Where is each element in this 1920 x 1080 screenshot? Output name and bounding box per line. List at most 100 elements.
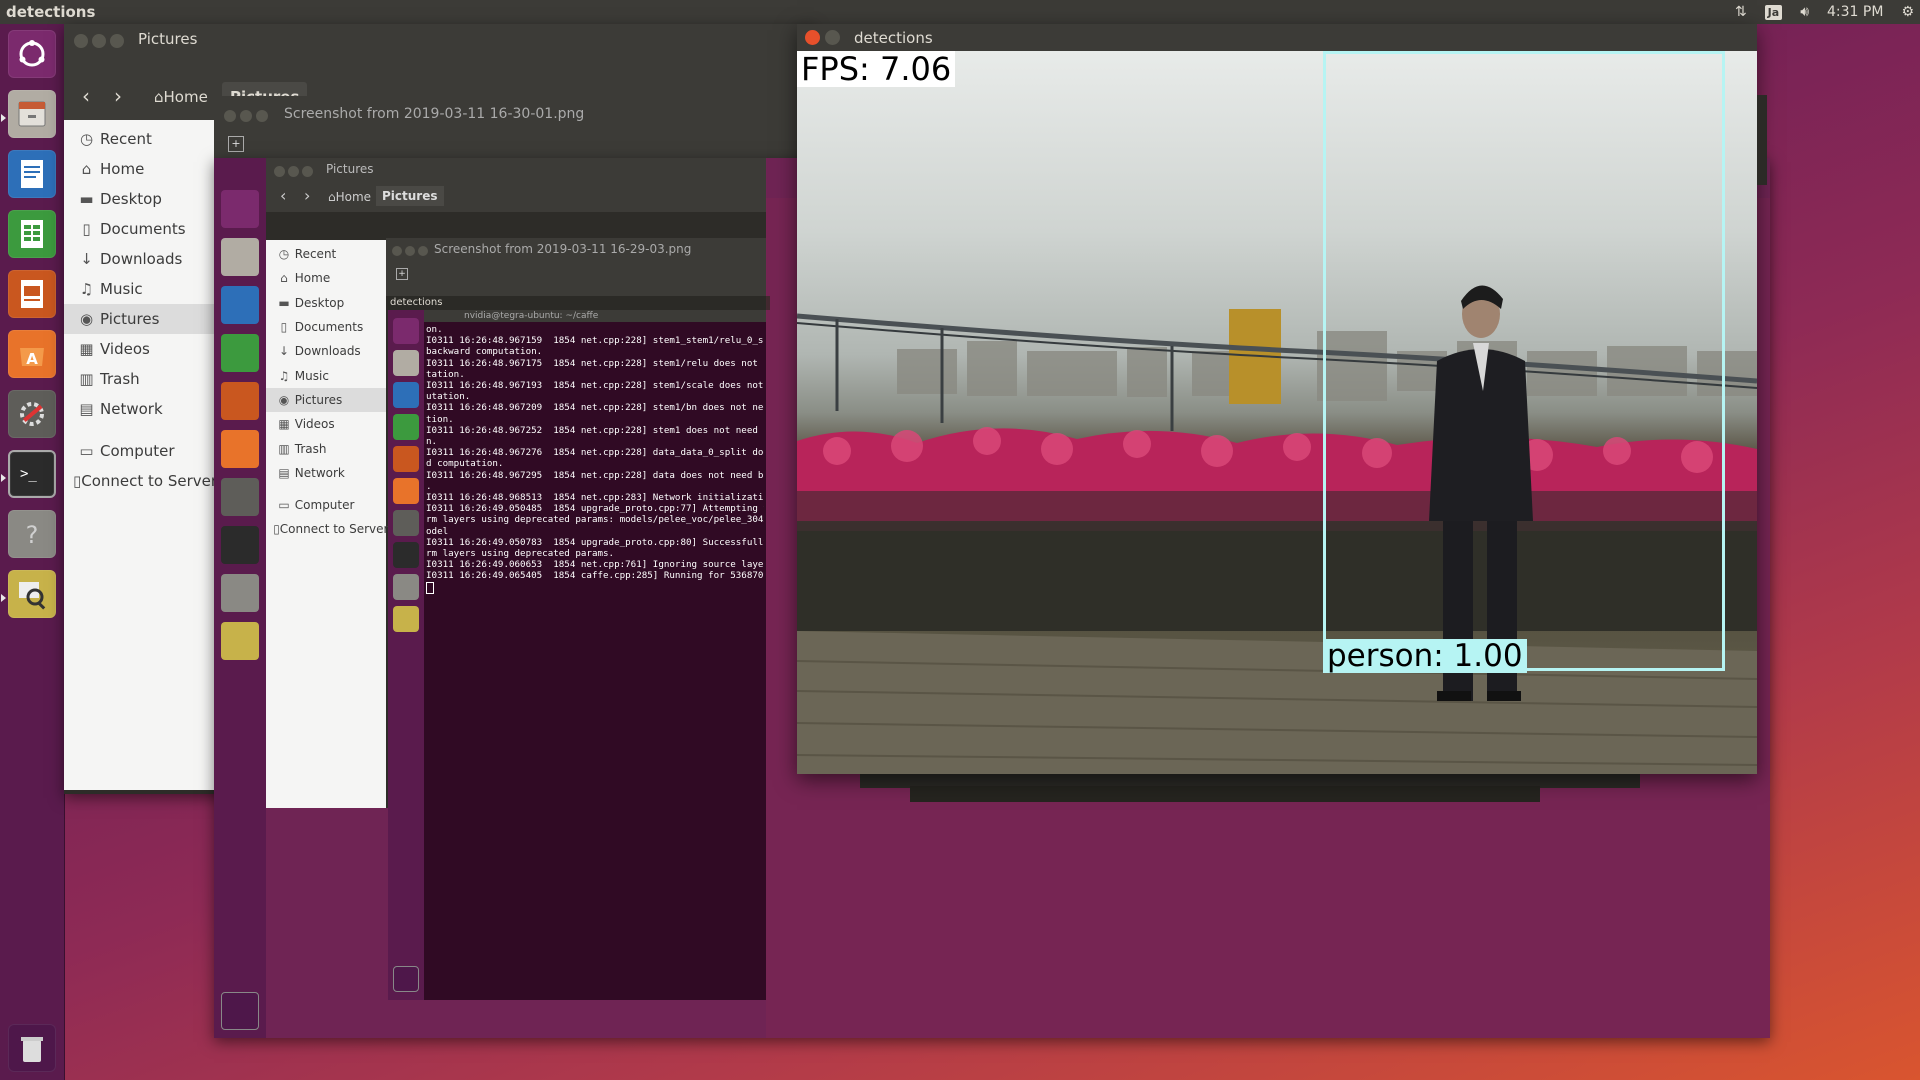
sidebar-item-music[interactable]: ♫ Music: [64, 274, 214, 304]
breadcrumb-home[interactable]: ⌂Home: [146, 82, 216, 112]
terminal-line: rm layers using deprecated params.: [426, 548, 615, 560]
volume-icon[interactable]: 🔊︎: [1800, 4, 1809, 20]
trash-icon: ▥: [79, 370, 94, 388]
settings-tools-icon[interactable]: [8, 390, 56, 438]
close-button[interactable]: [74, 34, 88, 48]
terminal-icon[interactable]: [221, 526, 259, 564]
close-button[interactable]: [274, 166, 285, 177]
sidebar-item-computer[interactable]: ▭ Computer: [266, 493, 386, 517]
music-icon: ♫: [79, 280, 94, 298]
maximize-button[interactable]: [256, 110, 268, 122]
clock-label[interactable]: 4:31 PM: [1827, 4, 1883, 20]
spreadsheet-icon[interactable]: [8, 210, 56, 258]
files-drawer-icon[interactable]: [393, 350, 419, 376]
terminal-icon[interactable]: [393, 542, 419, 568]
question-icon[interactable]: [393, 574, 419, 600]
spreadsheet-icon[interactable]: [221, 334, 259, 372]
document-icon: ▯: [82, 220, 91, 238]
sidebar-item-home[interactable]: ⌂ Home: [266, 266, 386, 290]
close-button[interactable]: [224, 110, 236, 122]
keyboard-ja-icon[interactable]: Ja: [1764, 4, 1783, 20]
sidebar-item-pictures[interactable]: ◉ Pictures: [64, 304, 214, 334]
sidebar-item-trash[interactable]: ▥ Trash: [266, 436, 386, 460]
minimize-button[interactable]: [240, 110, 252, 122]
sidebar-item-connect-to-server[interactable]: ▯ Connect to Server: [266, 517, 388, 541]
terminal-line: tion.: [426, 413, 454, 425]
files-drawer-icon[interactable]: [8, 90, 56, 138]
add-icon[interactable]: +: [228, 136, 244, 152]
software-center-icon[interactable]: [221, 430, 259, 468]
magnifier-icon[interactable]: [393, 606, 419, 632]
gear-icon[interactable]: ⚙: [1901, 4, 1914, 20]
sidebar-item-desktop[interactable]: ▬ Desktop: [64, 184, 214, 214]
maximize-button[interactable]: [418, 246, 428, 256]
sidebar-item-label: Connect to Server: [81, 472, 218, 490]
detections-window: detections FPS: 7.06 person: 1.00: [797, 24, 1757, 774]
sidebar-item-computer[interactable]: ▭ Computer: [64, 436, 214, 466]
presentation-icon[interactable]: [221, 382, 259, 420]
settings-tools-icon[interactable]: [393, 510, 419, 536]
minimize-button[interactable]: [92, 34, 106, 48]
magnifier-icon[interactable]: [221, 622, 259, 660]
document-icon[interactable]: [8, 150, 56, 198]
maximize-button[interactable]: [110, 34, 124, 48]
sidebar-item-desktop[interactable]: ▬ Desktop: [266, 291, 386, 315]
question-icon[interactable]: ?: [8, 510, 56, 558]
presentation-icon[interactable]: [393, 446, 419, 472]
maximize-button[interactable]: [302, 166, 313, 177]
minimize-button[interactable]: [405, 246, 415, 256]
add-icon[interactable]: +: [396, 268, 408, 280]
sidebar-item-network[interactable]: ▤ Network: [64, 394, 214, 424]
sidebar-item-documents[interactable]: ▯ Documents: [266, 315, 386, 339]
sidebar-item-trash[interactable]: ▥ Trash: [64, 364, 214, 394]
sidebar-item-music[interactable]: ♫ Music: [266, 364, 386, 388]
back-arrow-icon[interactable]: ‹: [82, 84, 90, 108]
trash-icon[interactable]: [8, 1024, 56, 1072]
software-center-icon[interactable]: [393, 478, 419, 504]
ubuntu-logo-icon[interactable]: [393, 318, 419, 344]
presentation-icon[interactable]: [8, 270, 56, 318]
sidebar-item-videos[interactable]: ▦ Videos: [64, 334, 214, 364]
terminal-window[interactable]: nvidia@tegra-ubuntu: ~/caffe on. I0311 16…: [424, 310, 766, 1000]
files-drawer-icon[interactable]: [221, 238, 259, 276]
software-center-icon[interactable]: A: [8, 330, 56, 378]
magnifier-icon[interactable]: [8, 570, 56, 618]
sidebar-item-recent[interactable]: ◷ Recent: [64, 124, 214, 154]
sidebar-item-label: Network: [100, 400, 163, 418]
sidebar-item-downloads[interactable]: ↓ Downloads: [266, 339, 386, 363]
sidebar-item-recent[interactable]: ◷ Recent: [266, 242, 386, 266]
forward-arrow-icon[interactable]: ›: [304, 186, 310, 205]
breadcrumb-pictures[interactable]: Pictures: [376, 186, 444, 206]
svg-text:A: A: [26, 350, 38, 368]
network-arrows-icon[interactable]: ⇅: [1735, 4, 1747, 20]
terminal-line: odel: [426, 525, 449, 537]
sidebar-item-downloads[interactable]: ↓ Downloads: [64, 244, 214, 274]
trash-icon[interactable]: [221, 992, 259, 1030]
trash-icon[interactable]: [393, 966, 419, 992]
sidebar-item-videos[interactable]: ▦ Videos: [266, 412, 386, 436]
settings-tools-icon[interactable]: [221, 478, 259, 516]
places-sidebar: ◷ Recent ⌂ Home ▬ Desktop ▯ Documents ↓ Downloads…: [64, 120, 218, 790]
sidebar-item-connect-to-server[interactable]: ▯ Connect to Server: [64, 466, 218, 496]
question-icon[interactable]: [221, 574, 259, 612]
minimize-button[interactable]: [825, 30, 840, 45]
breadcrumb-home[interactable]: ⌂Home: [328, 190, 371, 204]
ubuntu-logo-icon[interactable]: [221, 190, 259, 228]
spreadsheet-icon[interactable]: [393, 414, 419, 440]
forward-arrow-icon[interactable]: ›: [114, 84, 122, 108]
document-icon[interactable]: [221, 286, 259, 324]
stacked-window-edge: [910, 786, 1540, 802]
sidebar-item-label: Music: [100, 280, 143, 298]
sidebar-item-network[interactable]: ▤ Network: [266, 461, 386, 485]
close-button[interactable]: [392, 246, 402, 256]
terminal-icon[interactable]: >_: [8, 450, 56, 498]
sidebar-item-home[interactable]: ⌂ Home: [64, 154, 214, 184]
document-icon[interactable]: [393, 382, 419, 408]
back-arrow-icon[interactable]: ‹: [280, 186, 286, 205]
close-button[interactable]: [805, 30, 820, 45]
sidebar-item-documents[interactable]: ▯ Documents: [64, 214, 214, 244]
minimize-button[interactable]: [288, 166, 299, 177]
terminal-line: utation.: [426, 391, 471, 403]
ubuntu-logo-icon[interactable]: [8, 30, 56, 78]
sidebar-item-pictures[interactable]: ◉ Pictures: [266, 387, 386, 413]
